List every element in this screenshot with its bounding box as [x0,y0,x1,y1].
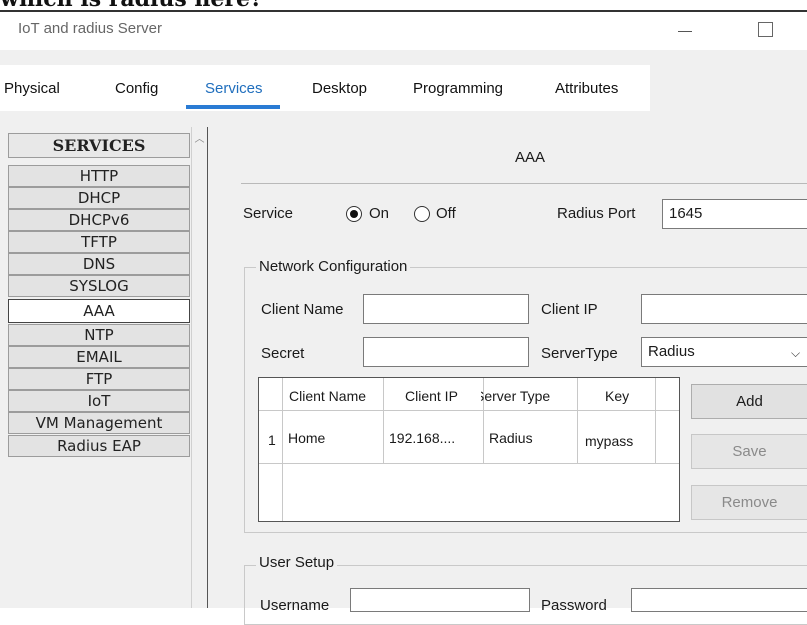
col-key[interactable]: Key [605,388,653,404]
client-name-input[interactable] [363,294,529,324]
user-setup-title: User Setup [256,554,338,571]
service-on-radio[interactable] [346,206,362,222]
tab-desktop[interactable]: Desktop [312,80,367,97]
radius-port-label: Radius Port [557,205,636,222]
service-ftp[interactable]: FTP [8,368,190,390]
username-input[interactable] [350,588,530,612]
row-index: 1 [268,432,276,448]
on-label: On [369,205,390,222]
radius-port-input[interactable]: 1645 [662,199,807,229]
table-index-column-line [282,378,283,521]
service-vm-management[interactable]: VM Management [8,412,190,434]
service-ntp[interactable]: NTP [8,324,190,346]
table-column-line [655,378,656,464]
services-header: SERVICES [8,133,190,158]
add-button[interactable]: Add [691,384,807,419]
window-title: IoT and radius Server [18,20,162,37]
col-client-ip[interactable]: Client IP [405,388,481,404]
table-column-line [383,378,384,464]
tab-physical[interactable]: Physical [4,80,60,97]
cell-key[interactable]: mypass [585,433,653,449]
cell-client-ip[interactable]: 192.168.... [389,430,481,446]
service-label: Service [243,205,294,222]
chevron-down-icon[interactable]: ⌵ [791,346,800,361]
server-type-label: ServerType [541,345,618,362]
tab-services[interactable]: Services [205,80,263,97]
service-tftp[interactable]: TFTP [8,231,190,253]
service-dhcpv6[interactable]: DHCPv6 [8,209,190,231]
username-label: Username [260,597,330,614]
col-server-type[interactable]: Server Type [481,388,574,404]
server-type-value: Radius [648,343,695,360]
tab-attributes[interactable]: Attributes [555,80,618,97]
aaa-title: AAA [515,149,546,166]
off-label: Off [436,205,456,222]
table-row-line [259,463,679,464]
password-input[interactable] [631,588,807,612]
remove-button[interactable]: Remove [691,485,807,520]
service-aaa[interactable]: AAA [8,299,190,323]
service-radius-eap[interactable]: Radius EAP [8,435,190,457]
table-header-line [259,410,679,411]
tab-config[interactable]: Config [115,80,158,97]
active-tab-indicator [186,105,280,109]
server-type-select[interactable]: Radius [641,337,807,367]
service-dns[interactable]: DNS [8,253,190,275]
maximize-icon[interactable] [758,22,773,37]
col-client-name[interactable]: Client Name [289,388,381,404]
client-ip-input[interactable] [641,294,807,324]
service-syslog[interactable]: SYSLOG [8,275,190,297]
tab-programming[interactable]: Programming [413,80,503,97]
secret-label: Secret [261,345,305,362]
client-name-label: Client Name [261,301,344,318]
cell-server-type[interactable]: Radius [489,430,575,446]
scroll-up-icon[interactable]: ︿ [192,130,207,145]
service-http[interactable]: HTTP [8,165,190,187]
secret-input[interactable] [363,337,529,367]
table-column-line [577,378,578,464]
save-button[interactable]: Save [691,434,807,469]
services-scrollbar[interactable] [191,127,208,608]
title-divider [241,183,807,184]
service-email[interactable]: EMAIL [8,346,190,368]
client-ip-label: Client IP [541,301,598,318]
network-config-title: Network Configuration [256,258,411,275]
service-off-radio[interactable] [414,206,430,222]
minimize-icon[interactable] [678,31,692,32]
service-dhcp[interactable]: DHCP [8,187,190,209]
service-iot[interactable]: IoT [8,390,190,412]
cell-client-name[interactable]: Home [288,430,380,446]
password-label: Password [541,597,607,614]
